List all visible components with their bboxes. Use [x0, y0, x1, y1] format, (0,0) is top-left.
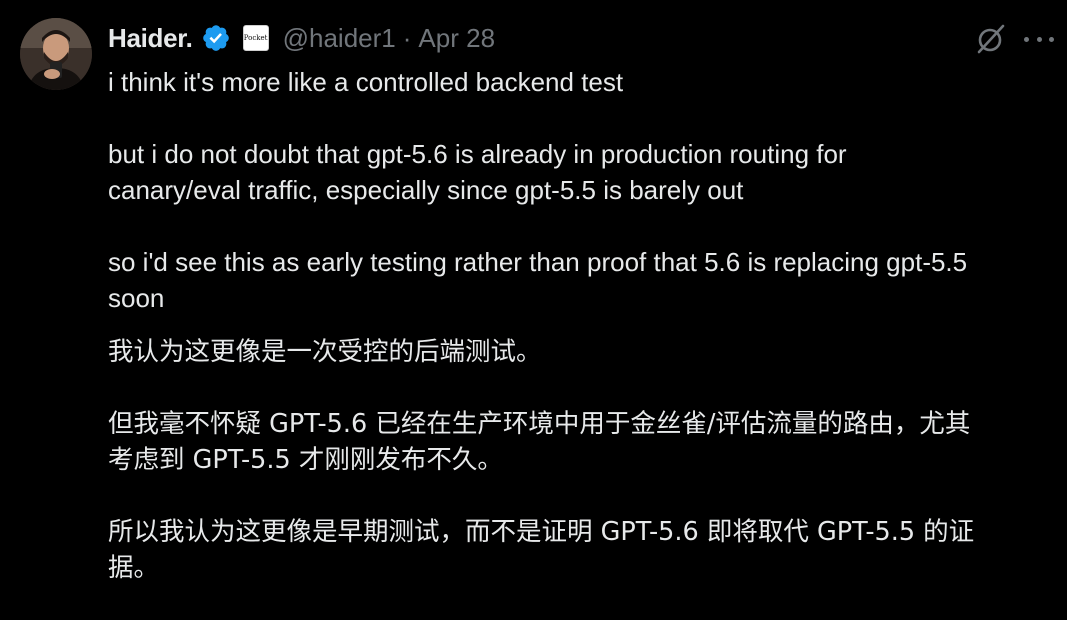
grok-icon[interactable] [974, 22, 1008, 56]
tweet-paragraph-cn-1: 我认为这更像是一次受控的后端测试。 [108, 334, 1058, 370]
text-line: 我认为这更像是一次受控的后端测试。 [108, 337, 542, 367]
verified-badge-icon[interactable] [201, 23, 231, 53]
tweet-header: Haider. Pocket @haider1 · Apr 28 [108, 20, 495, 56]
text-line: 但我毫不怀疑 GPT-5.6 已经在生产环境中用于金丝雀/评估流量的路由，尤其 [108, 409, 971, 439]
tweet-paragraph-cn-2: 但我毫不怀疑 GPT-5.6 已经在生产环境中用于金丝雀/评估流量的路由，尤其 … [108, 406, 1058, 478]
tweet-paragraph-cn-3: 所以我认为这更像是早期测试，而不是证明 GPT-5.6 即将取代 GPT-5.5… [108, 514, 1058, 586]
separator-dot: · [402, 22, 412, 53]
affiliation-badge[interactable]: Pocket [242, 25, 269, 51]
text-line: soon [108, 283, 165, 313]
tweet-paragraph-en-2: but i do not doubt that gpt-5.6 is alrea… [108, 136, 1058, 208]
text-line: 所以我认为这更像是早期测试，而不是证明 GPT-5.6 即将取代 GPT-5.5… [108, 517, 975, 547]
tweet-date[interactable]: Apr 28 [418, 23, 495, 54]
tweet-paragraph-en-3: so i'd see this as early testing rather … [108, 244, 1058, 316]
tweet-paragraph-en-1: i think it's more like a controlled back… [108, 64, 1058, 100]
text-line: so i'd see this as early testing rather … [108, 247, 968, 277]
more-dot [1024, 36, 1029, 42]
text-line: but i do not doubt that gpt-5.6 is alrea… [108, 139, 847, 169]
more-dot [1036, 36, 1042, 42]
avatar[interactable] [20, 18, 92, 90]
text-line: 据。 [108, 553, 160, 583]
text-line: i think it's more like a controlled back… [108, 67, 624, 97]
author-name[interactable]: Haider. [108, 23, 193, 54]
more-options-icon[interactable] [1024, 26, 1054, 52]
author-handle[interactable]: @haider1 [283, 23, 396, 54]
tweet-text: i think it's more like a controlled back… [108, 64, 1058, 586]
text-line: 考虑到 GPT-5.5 才刚刚发布不久。 [108, 445, 503, 475]
text-line: canary/eval traffic, especially since gp… [108, 175, 744, 205]
more-dot [1049, 36, 1054, 42]
